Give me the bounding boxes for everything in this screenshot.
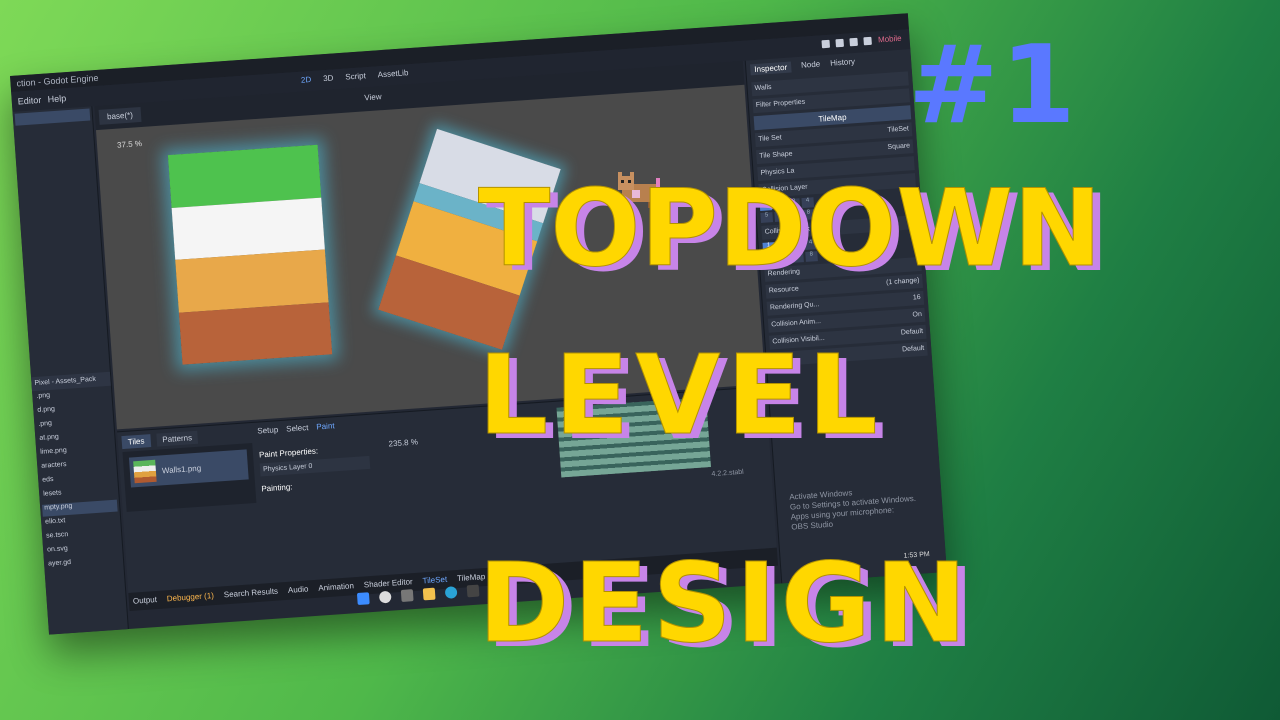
mode-setup[interactable]: Setup xyxy=(257,425,278,435)
workspace-script[interactable]: Script xyxy=(345,71,366,81)
dock-audio[interactable]: Audio xyxy=(288,584,309,595)
tileset-preview-grid xyxy=(167,144,333,365)
stop-icon[interactable] xyxy=(849,37,859,46)
task-view-icon[interactable] xyxy=(400,589,414,602)
windows-start-icon[interactable] xyxy=(356,592,370,606)
dock-search-results[interactable]: Search Results xyxy=(224,587,279,601)
title-line-level: LEVEL xyxy=(478,331,884,459)
tab-history[interactable]: History xyxy=(830,57,856,70)
filter-placeholder: Filter Properties xyxy=(755,98,806,110)
tile-thumbnail xyxy=(133,459,157,484)
edge-browser-icon[interactable] xyxy=(444,586,458,599)
play-icon[interactable] xyxy=(821,39,831,48)
rendering-quadrant-value[interactable]: 16 xyxy=(913,294,921,303)
dock-debugger[interactable]: Debugger (1) xyxy=(167,591,215,604)
painting-title: Painting: xyxy=(261,482,293,494)
tile-shape-value[interactable]: Square xyxy=(887,142,910,152)
workspace-assetlib[interactable]: AssetLib xyxy=(377,68,408,79)
scene-tree-item[interactable] xyxy=(18,150,94,167)
tab-tiles[interactable]: Tiles xyxy=(121,434,151,450)
title-line-topdown: TOPDOWN xyxy=(478,167,1103,290)
collision-animatable-label: Collision Anim... xyxy=(770,318,822,329)
workspace-3d[interactable]: 3D xyxy=(323,73,334,83)
mode-paint[interactable]: Paint xyxy=(316,421,335,431)
physics-layer-select[interactable]: Physics Layer 0 xyxy=(259,455,371,477)
mode-select[interactable]: Select xyxy=(286,423,309,434)
tile-source-list: Walls1.png xyxy=(122,442,257,512)
renderer-select[interactable]: Mobile xyxy=(878,34,902,45)
run-toolbar: Mobile xyxy=(821,34,902,49)
dock-animation[interactable]: Animation xyxy=(318,581,354,593)
menu-help[interactable]: Help xyxy=(47,93,66,104)
tab-patterns[interactable]: Patterns xyxy=(155,430,199,447)
tiles-tabs: Tiles Patterns xyxy=(121,430,199,450)
node-name: Walls xyxy=(754,83,772,93)
title-line-design: DESIGN xyxy=(478,539,971,667)
paint-properties: Paint Properties: Physics Layer 0 Painti… xyxy=(258,435,371,494)
tab-inspector[interactable]: Inspector xyxy=(749,61,792,76)
file-explorer-icon[interactable] xyxy=(422,587,436,601)
scene-tab-base[interactable]: base(*) xyxy=(98,106,142,125)
tile-source-item[interactable]: Walls1.png xyxy=(128,449,249,488)
file-item[interactable]: ayer.gd xyxy=(46,555,122,572)
play-scene-icon[interactable] xyxy=(863,36,873,45)
tile-set-value[interactable]: TileSet xyxy=(887,125,909,134)
view-menu[interactable]: View xyxy=(364,92,382,102)
collision-visibility-value[interactable]: Default xyxy=(901,328,924,338)
viewport-zoom[interactable]: 37.5 % xyxy=(117,139,142,150)
tile-shape-label: Tile Shape xyxy=(759,150,793,160)
rendering-quadrant-label: Rendering Qu... xyxy=(769,301,820,312)
tab-node[interactable]: Node xyxy=(801,59,821,71)
atlas-zoom[interactable]: 235.8 % xyxy=(388,437,418,448)
tile-source-name: Walls1.png xyxy=(161,463,202,475)
collision-animatable-value[interactable]: On xyxy=(912,311,922,320)
dock-output[interactable]: Output xyxy=(133,595,158,607)
dock-shader-editor[interactable]: Shader Editor xyxy=(364,577,414,590)
search-icon[interactable] xyxy=(378,590,392,604)
workspace-tabs: 2D 3D Script AssetLib xyxy=(301,68,409,84)
version-label: 4.2.2.stabl xyxy=(711,468,744,479)
pause-icon[interactable] xyxy=(835,38,845,47)
episode-number: #1 xyxy=(908,23,1078,148)
tile-set-label: Tile Set xyxy=(758,134,782,143)
workspace-2d[interactable]: 2D xyxy=(301,75,312,85)
tilemap-modes: Setup Select Paint xyxy=(257,421,335,435)
dock-tileset[interactable]: TileSet xyxy=(422,575,447,587)
navigation-visibility-value[interactable]: Default xyxy=(902,345,925,355)
menu-editor[interactable]: Editor xyxy=(17,95,41,107)
